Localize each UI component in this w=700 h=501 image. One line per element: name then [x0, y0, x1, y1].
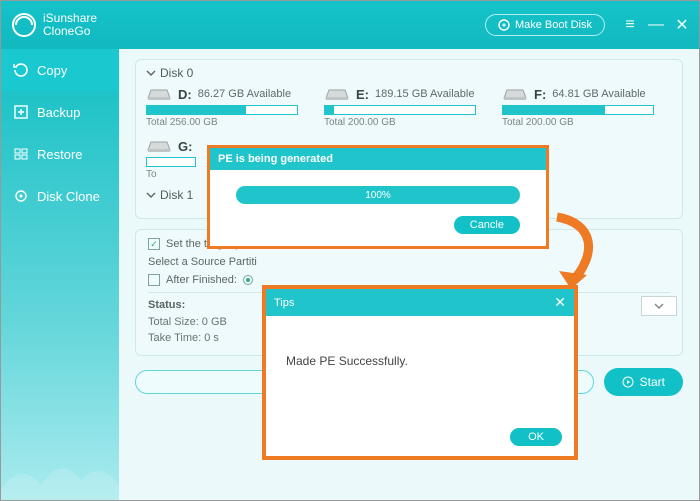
- app-name: iSunshare CloneGo: [43, 12, 97, 38]
- app-window: iSunshare CloneGo Make Boot Disk ≡ — ✕ C…: [0, 0, 700, 501]
- titlebar: iSunshare CloneGo Make Boot Disk ≡ — ✕: [1, 1, 699, 49]
- progress-dialog-title: PE is being generated: [210, 148, 546, 170]
- sidebar: Copy Backup Restore Disk Clone: [1, 49, 119, 500]
- sidebar-item-label: Disk Clone: [37, 189, 100, 204]
- sidebar-item-label: Backup: [37, 105, 80, 120]
- checkbox-icon[interactable]: ✓: [148, 238, 160, 250]
- tips-message: Made PE Successfully.: [286, 354, 558, 368]
- app-logo-icon: [11, 12, 37, 38]
- volume-g[interactable]: G: To: [146, 138, 216, 180]
- sidebar-item-diskclone[interactable]: Disk Clone: [1, 175, 119, 217]
- hdd-icon: [146, 138, 172, 154]
- progress-bar: 100%: [236, 186, 520, 204]
- tips-dialog-header: Tips ✕: [266, 289, 574, 316]
- cancel-button[interactable]: Cancle: [454, 216, 520, 234]
- copy-icon: [13, 62, 29, 78]
- radio-icon[interactable]: [243, 275, 253, 285]
- chevron-down-icon: [654, 301, 664, 311]
- source-select-dropdown[interactable]: [641, 296, 677, 316]
- minimize-button[interactable]: —: [649, 18, 663, 32]
- ok-button[interactable]: OK: [510, 428, 562, 446]
- backup-icon: [13, 104, 29, 120]
- chevron-down-icon: [146, 68, 156, 78]
- disk-icon: [498, 19, 510, 31]
- tips-dialog: Tips ✕ Made PE Successfully. OK: [262, 285, 578, 460]
- close-button[interactable]: ✕: [675, 18, 689, 32]
- volume-f[interactable]: F:64.81 GB Available Total 200.00 GB: [502, 86, 654, 128]
- brand: iSunshare CloneGo: [11, 12, 97, 38]
- sidebar-item-label: Restore: [37, 147, 83, 162]
- make-boot-disk-button[interactable]: Make Boot Disk: [485, 14, 605, 36]
- start-button[interactable]: Start: [604, 368, 683, 396]
- sidebar-item-backup[interactable]: Backup: [1, 91, 119, 133]
- diskclone-icon: [13, 188, 29, 204]
- sidebar-item-copy[interactable]: Copy: [1, 49, 119, 91]
- volume-d[interactable]: D:86.27 GB Available Total 256.00 GB: [146, 86, 298, 128]
- play-icon: [622, 376, 634, 388]
- settings-icon[interactable]: ≡: [623, 18, 637, 32]
- sidebar-decor-icon: [1, 450, 119, 500]
- sidebar-item-label: Copy: [37, 63, 67, 78]
- sidebar-item-restore[interactable]: Restore: [1, 133, 119, 175]
- chevron-down-icon: [146, 190, 156, 200]
- tips-dialog-title: Tips: [274, 297, 294, 309]
- window-controls: ≡ — ✕: [623, 18, 689, 32]
- volume-e[interactable]: E:189.15 GB Available Total 200.00 GB: [324, 86, 476, 128]
- restore-icon: [13, 146, 29, 162]
- disk0-volumes: D:86.27 GB Available Total 256.00 GB E:1…: [146, 86, 672, 128]
- hdd-icon: [502, 86, 528, 102]
- hdd-icon: [324, 86, 350, 102]
- checkbox-icon[interactable]: [148, 274, 160, 286]
- close-icon[interactable]: ✕: [554, 294, 566, 311]
- progress-dialog: PE is being generated 100% Cancle: [207, 145, 549, 249]
- hdd-icon: [146, 86, 172, 102]
- disk0-header[interactable]: Disk 0: [146, 66, 672, 80]
